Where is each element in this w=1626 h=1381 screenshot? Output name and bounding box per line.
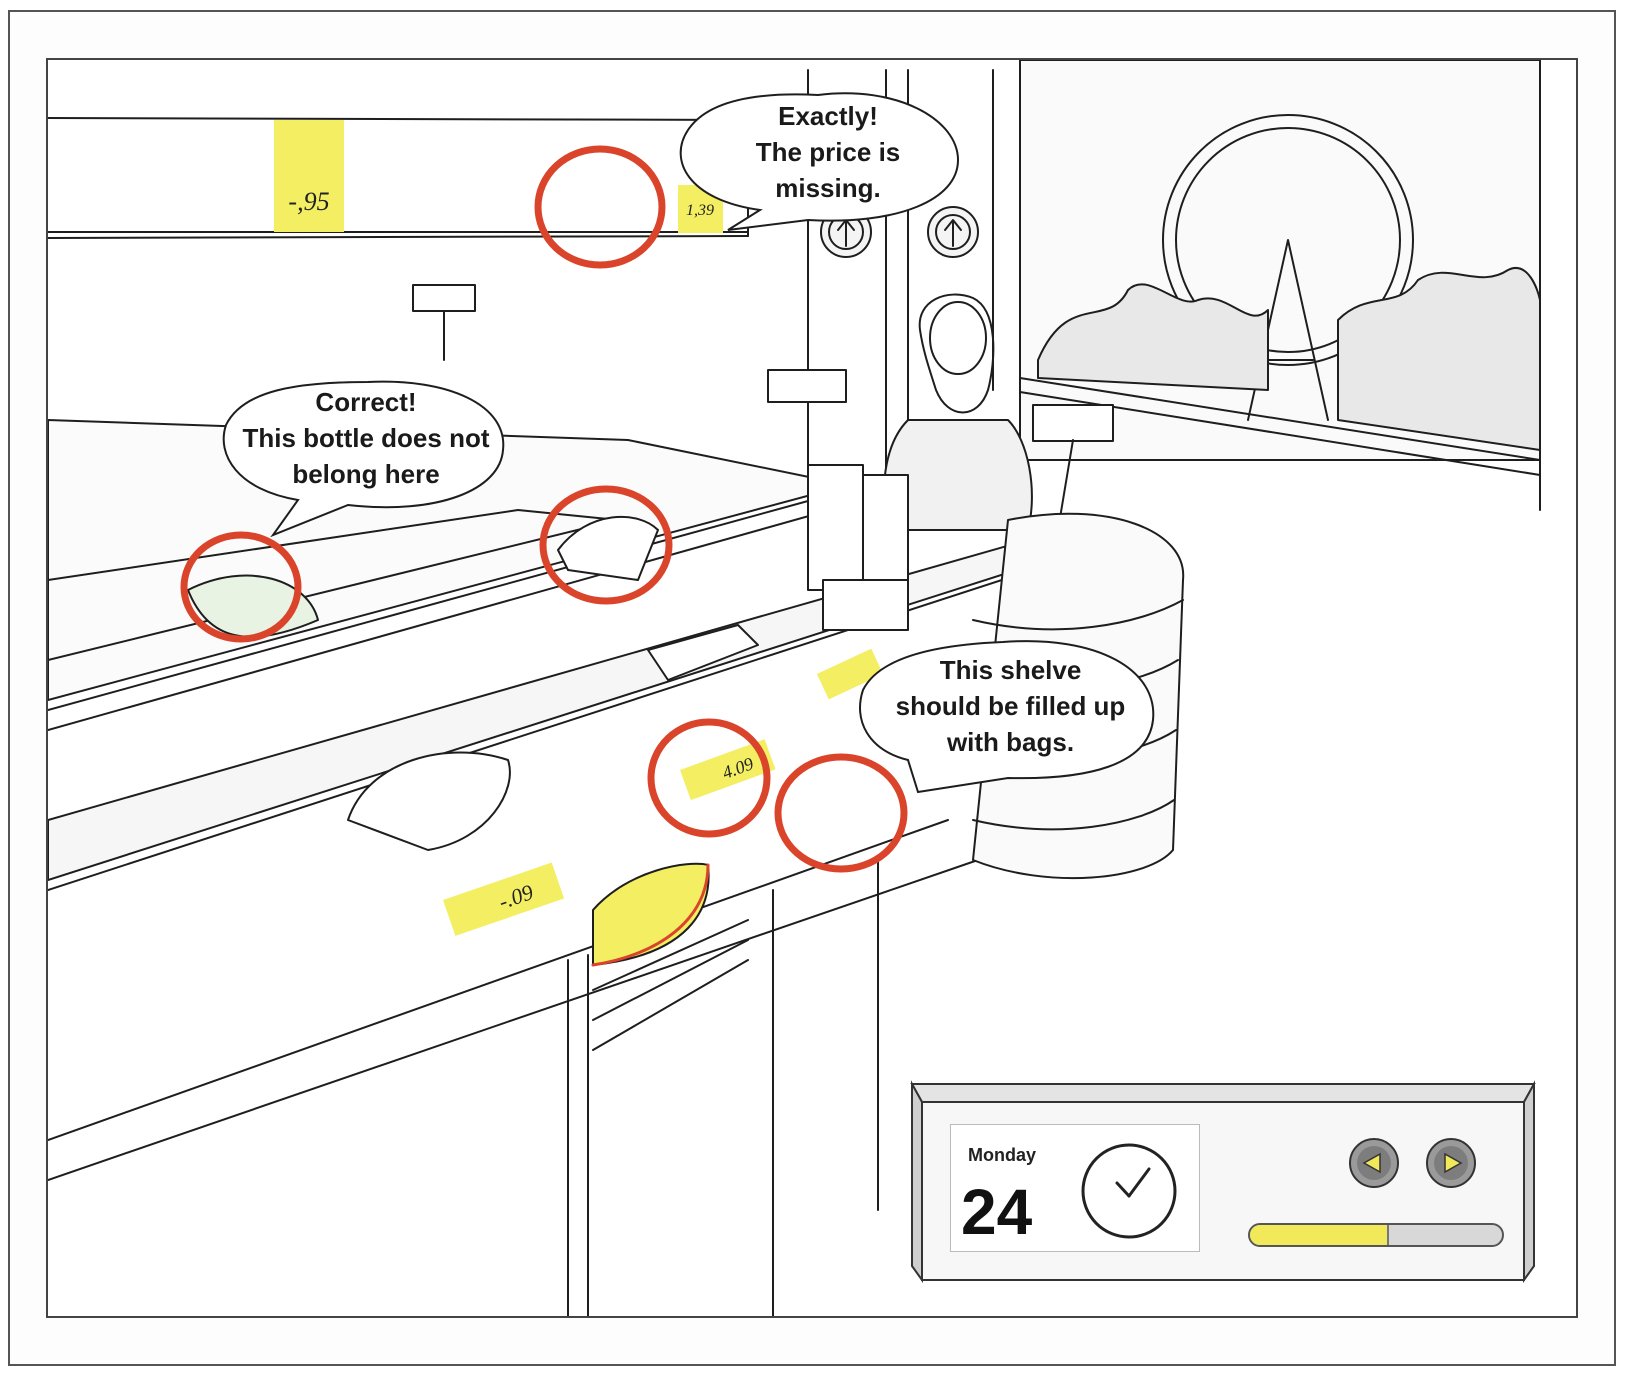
status-panel: Monday 24: [908, 1080, 1538, 1285]
speech-bubble-price-missing-text: Exactly! The price is missing.: [708, 98, 948, 206]
price-tag-top-shelf-left: -,95: [274, 120, 344, 232]
bubble-line: The price is: [755, 137, 901, 167]
next-button[interactable]: [1425, 1137, 1477, 1189]
window-ferris-wheel-view: [1019, 60, 1541, 511]
progress-bar-fill: [1250, 1225, 1389, 1245]
wall-shelf: [48, 117, 749, 239]
speech-bubble-bottle-text: Correct! This bottle does not belong her…: [216, 384, 516, 492]
progress-bar: [1248, 1223, 1504, 1247]
date-card: Monday 24: [950, 1124, 1200, 1252]
bubble-line: missing.: [775, 173, 881, 203]
bubble-line: This shelve: [939, 655, 1082, 685]
bubble-line: Correct!: [315, 387, 417, 417]
exit-up-arrow-sign-right: [927, 206, 979, 258]
previous-button[interactable]: [1348, 1137, 1400, 1189]
price-tag-top-shelf-left-text: -,95: [288, 187, 329, 216]
highlight-ring-missing-price[interactable]: [534, 145, 666, 269]
day-name: Monday: [968, 1145, 1037, 1165]
price-tag-counter-front: -.09: [443, 862, 565, 936]
day-number: 24: [961, 1176, 1033, 1248]
clock-icon: [1081, 1143, 1177, 1239]
bubble-line: This bottle does not: [242, 423, 490, 453]
bag-shelf: [591, 862, 749, 1051]
bubble-line: with bags.: [946, 727, 1075, 757]
bubble-line: Exactly!: [778, 101, 878, 131]
speech-bubble-shelf-bags-text: This shelve should be filled up with bag…: [868, 652, 1153, 760]
bubble-line: belong here: [292, 459, 440, 489]
highlight-ring-bag-shelf[interactable]: [774, 753, 908, 873]
previous-arrow-icon: [1349, 1138, 1399, 1188]
next-arrow-icon: [1426, 1138, 1476, 1188]
bubble-line: should be filled up: [895, 691, 1126, 721]
